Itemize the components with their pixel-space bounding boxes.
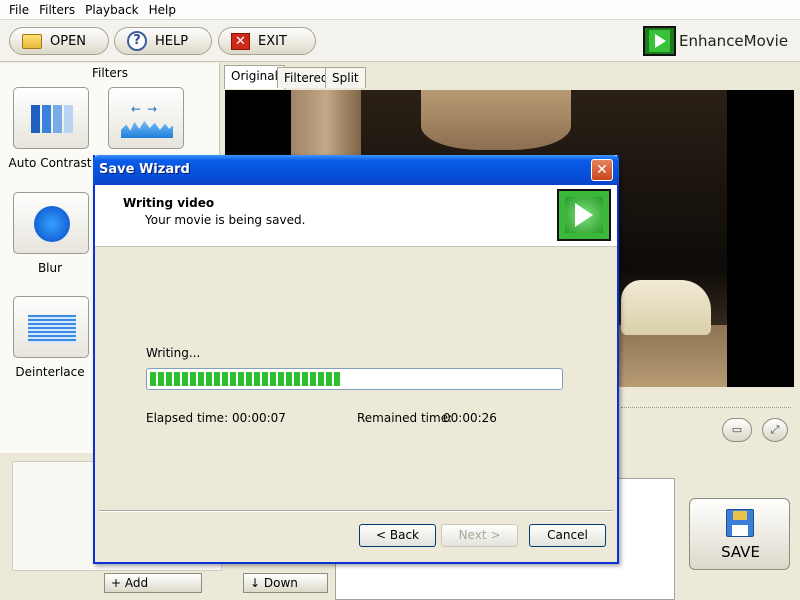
menu-filters[interactable]: Filters: [34, 3, 80, 17]
filter-blur-label: Blur: [37, 261, 63, 275]
elapsed-time-label: Elapsed time:: [146, 411, 229, 425]
menu-help[interactable]: Help: [144, 3, 181, 17]
folder-icon: [22, 33, 42, 49]
dialog-header: Writing video Your movie is being saved.: [95, 185, 617, 247]
filter-deinterlace-button[interactable]: [13, 296, 89, 358]
exit-button[interactable]: ✕ EXIT: [218, 27, 316, 55]
filter-auto-contrast-button[interactable]: [13, 87, 89, 149]
progress-bar: [146, 368, 563, 390]
stretch-arrows-icon: ←→: [130, 102, 164, 116]
video-frame-arch: [421, 90, 571, 150]
filters-title: Filters: [92, 66, 128, 80]
video-frame-person: [621, 280, 711, 335]
film-play-icon: [557, 189, 611, 241]
filter-blur-button[interactable]: [13, 192, 89, 254]
open-button[interactable]: OPEN: [9, 27, 109, 55]
tab-original[interactable]: Original: [224, 65, 285, 89]
dialog-titlebar[interactable]: Save Wizard ✕: [93, 155, 619, 185]
add-filter-button[interactable]: + Add: [104, 573, 202, 593]
film-play-icon: [643, 26, 676, 56]
move-down-button[interactable]: ↓ Down: [243, 573, 328, 593]
close-icon: ✕: [231, 32, 250, 50]
filter-histogram-button[interactable]: ←→: [108, 87, 184, 149]
blur-circle-icon: [34, 206, 70, 242]
app-name: EnhanceMovie: [679, 32, 789, 50]
filter-deinterlace-label: Deinterlace: [15, 365, 85, 379]
exit-button-label: EXIT: [258, 33, 287, 49]
dialog-heading: Writing video: [123, 196, 215, 210]
histogram-icon: [121, 120, 173, 138]
menu-file[interactable]: File: [4, 3, 34, 17]
timeline-slider[interactable]: [621, 407, 791, 408]
save-button[interactable]: SAVE: [689, 498, 790, 570]
app-logo: EnhanceMovie: [643, 26, 788, 56]
deinterlace-stripes-icon: [28, 315, 76, 343]
dialog-subheading: Your movie is being saved.: [145, 213, 306, 227]
fit-view-button[interactable]: ▭: [722, 418, 752, 442]
floppy-disk-icon: [726, 509, 754, 537]
toolbar: OPEN ? HELP ✕ EXIT EnhanceMovie: [0, 20, 800, 62]
next-button[interactable]: Next >: [441, 524, 518, 547]
cancel-button[interactable]: Cancel: [529, 524, 606, 547]
contrast-bars-icon: [31, 105, 73, 133]
save-wizard-dialog: Save Wizard ✕ Writing video Your movie i…: [93, 155, 619, 564]
fullscreen-icon: ⤢: [770, 423, 780, 436]
tab-split[interactable]: Split: [325, 67, 366, 88]
elapsed-time-value: 00:00:07: [232, 411, 286, 425]
save-button-label: SAVE: [721, 543, 760, 561]
remained-time-value: 00:00:26: [443, 411, 497, 425]
dialog-divider: [99, 510, 613, 512]
dialog-title: Save Wizard: [99, 162, 190, 177]
fit-view-icon: ▭: [731, 423, 743, 436]
open-button-label: OPEN: [50, 33, 87, 49]
fullscreen-button[interactable]: ⤢: [762, 418, 788, 442]
help-button[interactable]: ? HELP: [114, 27, 212, 55]
remained-time-label: Remained time:: [357, 411, 453, 425]
menu-playback[interactable]: Playback: [80, 3, 144, 17]
help-icon: ?: [127, 31, 147, 51]
dialog-close-button[interactable]: ✕: [591, 159, 613, 181]
progress-bar-fill: [150, 372, 343, 386]
back-button[interactable]: < Back: [359, 524, 436, 547]
progress-status-label: Writing...: [146, 346, 201, 360]
help-button-label: HELP: [155, 33, 189, 49]
menu-bar: File Filters Playback Help: [0, 0, 800, 20]
filter-auto-contrast-label: Auto Contrast: [8, 156, 92, 170]
